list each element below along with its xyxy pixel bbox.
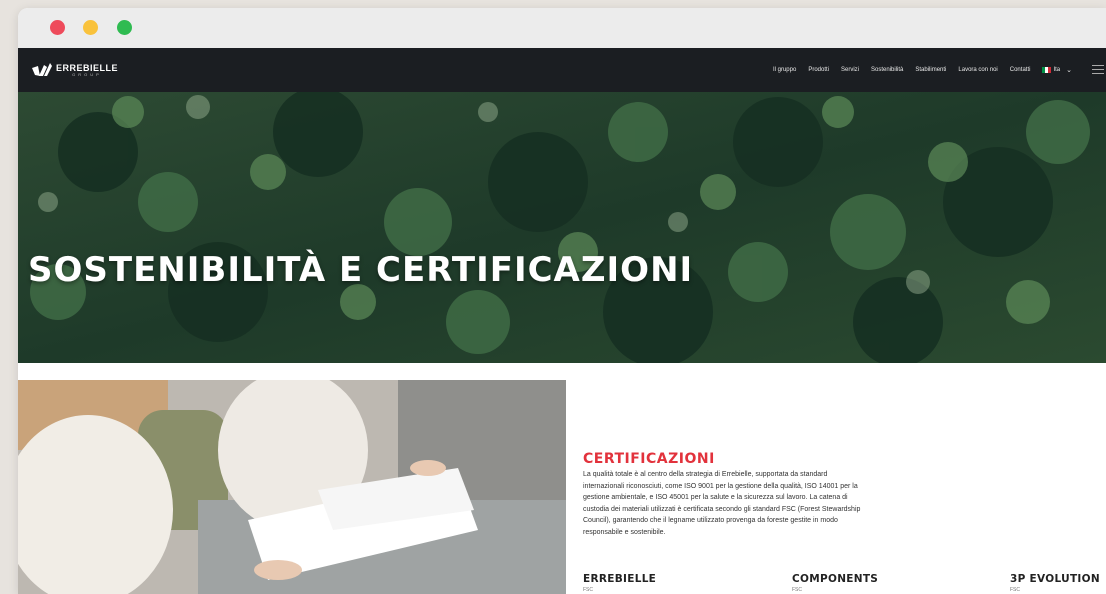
hamburger-menu-icon[interactable] [1092,65,1104,77]
company-list: ERREBIELLE FSC COMPONENTS FSC 3P EVOLUTI… [583,573,1106,594]
italy-flag-icon [1042,67,1052,73]
certifications-section: CERTIFICAZIONI La qualità totale è al ce… [583,451,1103,538]
forest-aerial-image [18,92,1106,363]
certifications-title: CERTIFICAZIONI [583,451,715,467]
nav-item-contatti[interactable]: Contatti [1010,67,1031,73]
chevron-down-icon: ⌄ [1066,67,1072,74]
nav-item-sostenibilita[interactable]: Sostenibilità [871,67,903,73]
errebielle-logo-icon [32,63,52,76]
nav-item-prodotti[interactable]: Prodotti [808,67,829,73]
hero-banner: SOSTENIBILITÀ E CERTIFICAZIONI [18,92,1106,363]
browser-window: ERREBIELLE GROUP Il gruppo Prodotti Serv… [18,8,1106,594]
logo-subtitle: GROUP [72,71,102,77]
close-dot-icon[interactable] [50,20,65,35]
minimize-dot-icon[interactable] [83,20,98,35]
office-signing-photo [18,380,566,594]
company-errebielle: ERREBIELLE FSC [583,573,656,593]
company-components: COMPONENTS FSC [792,573,878,593]
hero-title: SOSTENIBILITÀ E CERTIFICAZIONI [28,250,694,290]
company-name: 3P EVOLUTION [1010,573,1100,585]
company-name: ERREBIELLE [583,573,657,585]
company-3p-evolution: 3P EVOLUTION FSC [1010,573,1100,593]
company-cert: FSC [583,587,593,593]
site-logo[interactable]: ERREBIELLE GROUP [32,60,118,80]
nav-item-lavora-con-noi[interactable]: Lavora con noi [958,67,997,73]
certifications-text: La qualità totale è al centro della stra… [583,471,861,536]
language-label: Ita [1053,67,1061,73]
company-name: COMPONENTS [792,573,879,585]
main-nav: Il gruppo Prodotti Servizi Sostenibilità… [761,48,1072,92]
company-cert: FSC [1010,587,1020,593]
nav-item-servizi[interactable]: Servizi [841,67,859,73]
nav-item-il-gruppo[interactable]: Il gruppo [773,67,796,73]
company-cert: FSC [792,587,802,593]
language-selector[interactable]: Ita ⌄ [1042,66,1072,74]
maximize-dot-icon[interactable] [117,20,132,35]
site-header: ERREBIELLE GROUP Il gruppo Prodotti Serv… [18,48,1106,92]
nav-item-stabilimenti[interactable]: Stabilimenti [915,67,946,73]
window-titlebar [18,8,1106,48]
